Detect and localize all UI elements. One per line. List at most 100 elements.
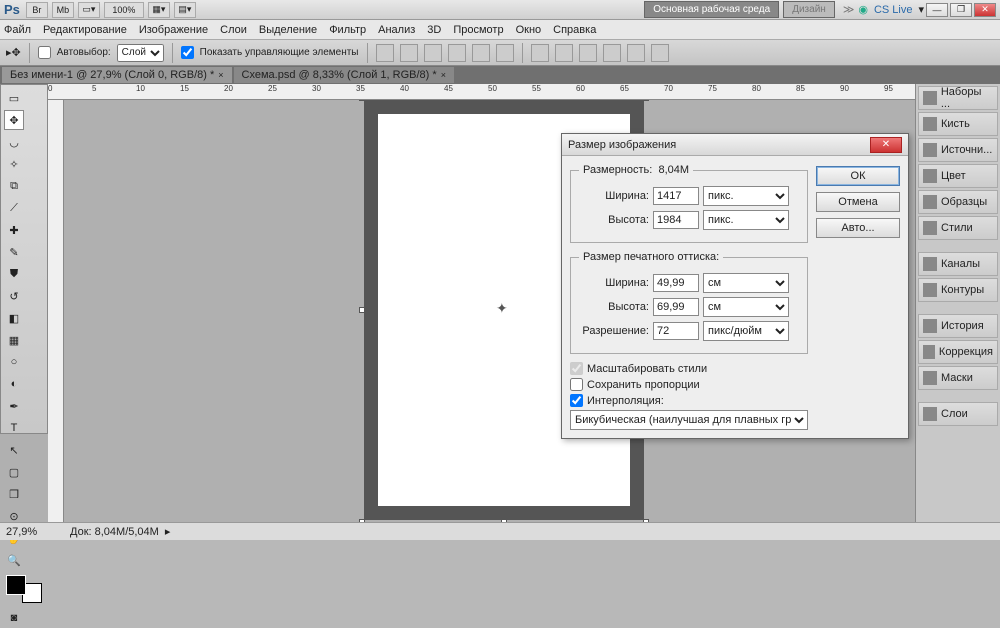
dist-hmid-icon[interactable]: [627, 44, 645, 62]
cslive-button[interactable]: CS Live: [874, 4, 913, 16]
resolution-unit[interactable]: пикс/дюйм: [703, 321, 789, 341]
panel-channels[interactable]: Каналы: [918, 252, 998, 276]
dist-bottom-icon[interactable]: [579, 44, 597, 62]
arrange-icon[interactable]: ▤▾: [174, 2, 196, 18]
tool-type[interactable]: T: [4, 418, 24, 438]
menu-view[interactable]: Просмотр: [453, 24, 503, 36]
zoom-level-display[interactable]: 100%: [104, 2, 144, 18]
px-width-unit[interactable]: пикс.: [703, 186, 789, 206]
screenmode-icon[interactable]: ▭▾: [78, 2, 100, 18]
auto-button[interactable]: Авто...: [816, 218, 900, 238]
panel-adjust[interactable]: Коррекция: [918, 340, 998, 364]
align-top-icon[interactable]: [376, 44, 394, 62]
tool-dodge[interactable]: ◐: [4, 374, 24, 394]
tool-lasso[interactable]: ◡: [4, 132, 24, 152]
bridge-icon[interactable]: Br: [26, 2, 48, 18]
print-width-input[interactable]: [653, 274, 699, 292]
workspace-design-button[interactable]: Дизайн: [783, 1, 835, 18]
tool-pen[interactable]: ✒: [4, 396, 24, 416]
maximize-button[interactable]: ❐: [950, 3, 972, 17]
tab-doc1-close-icon[interactable]: ×: [218, 70, 223, 80]
panel-paths[interactable]: Контуры: [918, 278, 998, 302]
resolution-input[interactable]: [653, 322, 699, 340]
tool-move[interactable]: ✥: [4, 110, 24, 130]
px-height-unit[interactable]: пикс.: [703, 210, 789, 230]
dist-left-icon[interactable]: [603, 44, 621, 62]
move-tool-preset-icon[interactable]: ▸✥: [6, 46, 21, 59]
px-height-input[interactable]: [653, 211, 699, 229]
dist-right-icon[interactable]: [651, 44, 669, 62]
panel-styles[interactable]: Стили: [918, 216, 998, 240]
autoselect-dropdown[interactable]: Слой: [117, 44, 164, 62]
tool-eraser[interactable]: ◧: [4, 308, 24, 328]
constrain-checkbox[interactable]: [570, 378, 583, 391]
tool-gradient[interactable]: ▦: [4, 330, 24, 350]
tool-brush[interactable]: ✎: [4, 242, 24, 262]
status-zoom[interactable]: 27,9%: [6, 526, 50, 538]
menu-edit[interactable]: Редактирование: [43, 24, 127, 36]
menu-help[interactable]: Справка: [553, 24, 596, 36]
print-width-unit[interactable]: см: [703, 273, 789, 293]
menu-file[interactable]: Файл: [4, 24, 31, 36]
tool-marquee[interactable]: ▭: [4, 88, 24, 108]
panel-source[interactable]: Источни...: [918, 138, 998, 162]
panel-presets[interactable]: Наборы ...: [918, 86, 998, 110]
menu-3d[interactable]: 3D: [427, 24, 441, 36]
tool-shape[interactable]: ▢: [4, 462, 24, 482]
tab-doc2-close-icon[interactable]: ×: [441, 70, 446, 80]
align-vmid-icon[interactable]: [400, 44, 418, 62]
menu-layers[interactable]: Слои: [220, 24, 247, 36]
menu-image[interactable]: Изображение: [139, 24, 208, 36]
panel-swatches[interactable]: Образцы: [918, 190, 998, 214]
ok-button[interactable]: ОК: [816, 166, 900, 186]
align-left-icon[interactable]: [448, 44, 466, 62]
dist-top-icon[interactable]: [531, 44, 549, 62]
tool-3d[interactable]: ❒: [4, 484, 24, 504]
status-arrow-icon[interactable]: ▸: [165, 525, 171, 538]
panel-brush[interactable]: Кисть: [918, 112, 998, 136]
cancel-button[interactable]: Отмена: [816, 192, 900, 212]
show-controls-checkbox[interactable]: [181, 46, 194, 59]
px-width-input[interactable]: [653, 187, 699, 205]
align-right-icon[interactable]: [496, 44, 514, 62]
close-button[interactable]: ✕: [974, 3, 996, 17]
autoselect-checkbox[interactable]: [38, 46, 51, 59]
view-extras-icon[interactable]: ▦▾: [148, 2, 170, 18]
dialog-close-button[interactable]: ✕: [870, 137, 902, 153]
tool-wand[interactable]: ✧: [4, 154, 24, 174]
interp-dropdown[interactable]: Бикубическая (наилучшая для плавных град…: [570, 410, 808, 430]
dist-vmid-icon[interactable]: [555, 44, 573, 62]
align-hmid-icon[interactable]: [472, 44, 490, 62]
status-docinfo[interactable]: Док: 8,04M/5,04M: [70, 526, 159, 538]
menu-analysis[interactable]: Анализ: [378, 24, 415, 36]
tab-doc2[interactable]: Схема.psd @ 8,33% (Слой 1, RGB/8) *×: [234, 67, 454, 83]
print-height-unit[interactable]: см: [703, 297, 789, 317]
minimize-button[interactable]: —: [926, 3, 948, 17]
cslive-dropdown-icon[interactable]: ▾: [918, 3, 924, 16]
panel-layers[interactable]: Слои: [918, 402, 998, 426]
dialog-titlebar[interactable]: Размер изображения ✕: [562, 134, 908, 156]
menu-filter[interactable]: Фильтр: [329, 24, 366, 36]
tool-blur[interactable]: ○: [4, 352, 24, 372]
interp-checkbox[interactable]: [570, 394, 583, 407]
tool-path[interactable]: ↖: [4, 440, 24, 460]
print-height-input[interactable]: [653, 298, 699, 316]
panel-masks[interactable]: Маски: [918, 366, 998, 390]
tool-heal[interactable]: ✚: [4, 220, 24, 240]
tool-eyedropper[interactable]: ⟋: [4, 198, 24, 218]
workspace-more-icon[interactable]: ≫: [843, 3, 855, 16]
align-bottom-icon[interactable]: [424, 44, 442, 62]
menu-window[interactable]: Окно: [516, 24, 542, 36]
tool-history[interactable]: ↺: [4, 286, 24, 306]
color-swatch[interactable]: [6, 575, 42, 603]
tool-stamp[interactable]: ⛊: [4, 264, 24, 284]
quickmask-icon[interactable]: ◙: [4, 608, 24, 628]
minibridge-icon[interactable]: Mb: [52, 2, 74, 18]
panel-color[interactable]: Цвет: [918, 164, 998, 188]
workspace-main-button[interactable]: Основная рабочая среда: [644, 1, 779, 18]
menu-select[interactable]: Выделение: [259, 24, 317, 36]
panel-history[interactable]: История: [918, 314, 998, 338]
tab-doc1[interactable]: Без имени-1 @ 27,9% (Слой 0, RGB/8) *×: [2, 67, 232, 83]
tool-crop[interactable]: ⧉: [4, 176, 24, 196]
tool-zoom[interactable]: 🔍: [4, 550, 24, 570]
